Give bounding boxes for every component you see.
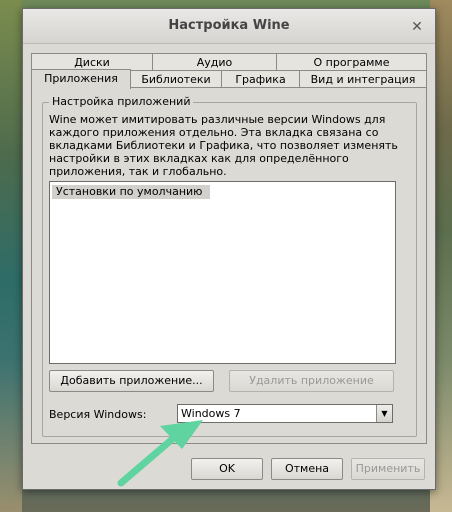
description-text: Wine может имитировать различные версии … (49, 113, 398, 178)
window-title: Настройка Wine (168, 18, 290, 33)
tab-libraries[interactable]: Библиотеки (130, 70, 222, 88)
tab-label: Вид и интеграция (310, 73, 416, 86)
close-button[interactable]: ✕ (409, 19, 425, 35)
title-bar[interactable]: Настройка Wine ✕ (23, 9, 435, 44)
button-label: Удалить приложение (249, 374, 374, 387)
wine-config-window: Настройка Wine ✕ Диски Аудио О программе… (22, 8, 436, 490)
tab-label: О программе (313, 56, 390, 69)
cancel-button[interactable]: Отмена (271, 458, 343, 480)
close-icon: ✕ (411, 19, 423, 35)
desktop-background-left (0, 0, 22, 512)
button-label: Добавить приложение... (60, 374, 203, 387)
chevron-down-icon[interactable]: ▼ (376, 405, 392, 422)
tab-label: Графика (235, 73, 286, 86)
selected-version: Windows 7 (181, 407, 241, 420)
ok-button[interactable]: OK (191, 458, 263, 480)
tab-applications[interactable]: Приложения (31, 69, 131, 89)
tab-label: Приложения (44, 72, 118, 85)
applications-panel: Настройка приложений Wine может имитиров… (31, 87, 427, 444)
apply-button[interactable]: Применить (351, 458, 425, 480)
button-label: OK (219, 462, 235, 475)
button-label: Отмена (284, 462, 330, 475)
tab-label: Аудио (196, 56, 233, 69)
app-settings-group: Настройка приложений Wine может имитиров… (42, 95, 417, 437)
list-item[interactable]: Установки по умолчанию (52, 185, 211, 199)
windows-version-select[interactable]: Windows 7 ▼ (177, 404, 393, 423)
tab-label: Диски (74, 56, 110, 69)
tab-desktop-integration[interactable]: Вид и интеграция (299, 70, 427, 88)
applications-list[interactable]: Установки по умолчанию (49, 181, 396, 364)
button-label: Применить (355, 462, 421, 475)
group-title: Настройка приложений (49, 95, 194, 108)
tab-graphics[interactable]: Графика (221, 70, 300, 88)
add-application-button[interactable]: Добавить приложение... (49, 370, 214, 392)
tab-label: Библиотеки (141, 73, 211, 86)
tab-audio[interactable]: Аудио (152, 53, 277, 71)
windows-version-label: Версия Windows: (49, 408, 147, 421)
tab-about[interactable]: О программе (276, 53, 427, 71)
remove-application-button[interactable]: Удалить приложение (229, 370, 394, 392)
